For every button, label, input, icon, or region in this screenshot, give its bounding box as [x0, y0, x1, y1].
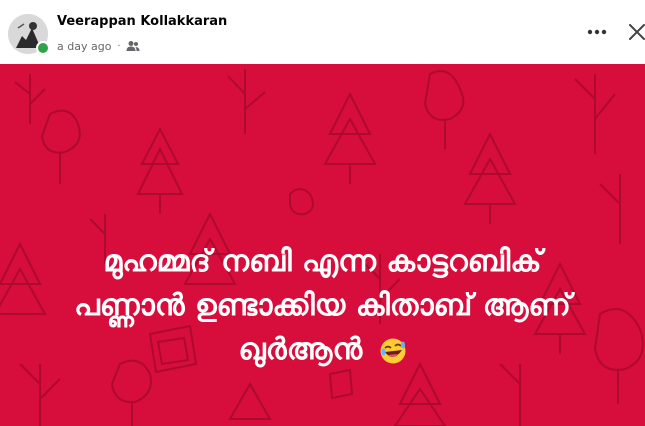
author-name[interactable]: Veerappan Kollakkaran	[57, 14, 227, 29]
close-button[interactable]	[624, 19, 645, 45]
online-status-dot	[36, 41, 50, 55]
post-text-line-3: ഖുർആൻ	[0, 328, 645, 372]
more-options-button[interactable]	[583, 18, 611, 46]
close-icon	[629, 24, 645, 40]
post-header: Veerappan Kollakkaran a day ago ·	[0, 0, 645, 64]
post-background: മുഹമ്മദ് നബി എന്ന കാട്ടറബിക് പണ്ണാൻ ഉണ്ട…	[0, 64, 645, 426]
post-text-line-1: മുഹമ്മദ് നബി എന്ന കാട്ടറബിക്	[103, 244, 542, 279]
meta-separator: ·	[117, 40, 121, 52]
post-text-line-2: പണ്ണാൻ ഉണ്ടാക്കിയ കിതാബ് ആണ്	[74, 288, 571, 323]
friends-icon[interactable]	[126, 40, 140, 52]
post-meta: a day ago ·	[57, 39, 140, 53]
more-options-icon	[587, 29, 607, 35]
rolling-on-floor-laughing-emoji	[380, 338, 406, 363]
post-text: മുഹമ്മദ് നബി എന്ന കാട്ടറബിക് പണ്ണാൻ ഉണ്ട…	[0, 240, 645, 372]
post-text-line-3-text: ഖുർആൻ	[238, 332, 363, 367]
post-timestamp[interactable]: a day ago	[57, 40, 111, 53]
